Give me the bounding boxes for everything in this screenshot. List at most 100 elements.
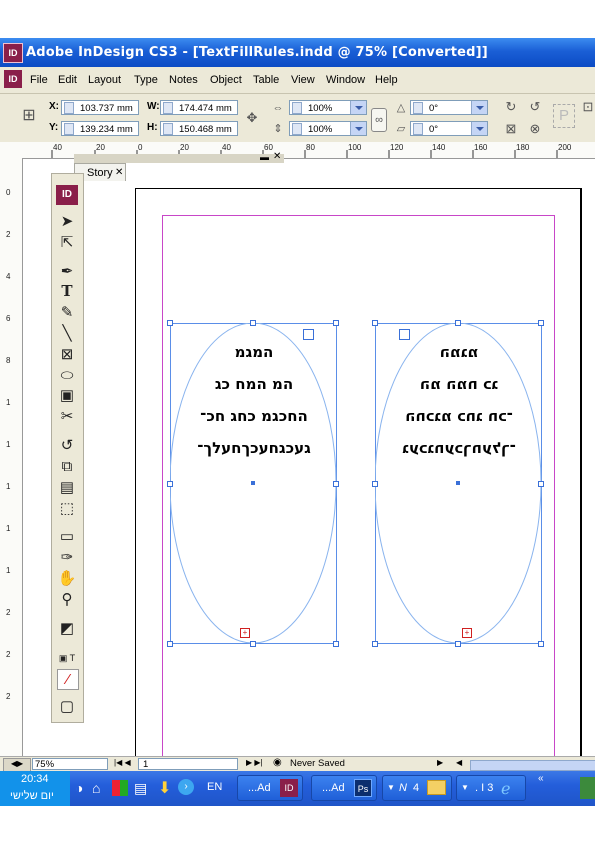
type-tool-icon[interactable]: T [57,282,77,301]
rotate-tool-icon[interactable]: ↺ [57,436,77,455]
link-chain-icon[interactable]: ∞ [371,108,387,132]
language-indicator[interactable]: EN [207,781,222,793]
indesign-app-icon[interactable]: ID [3,43,23,63]
taskbar-photoshop-button[interactable]: ...Ad Ps [311,775,377,801]
scissors-tool-icon[interactable]: ✂ [57,407,77,426]
scale-x-dropdown[interactable] [350,101,366,114]
pencil-tool-icon[interactable]: ✎ [57,303,77,322]
minimize-icon[interactable]: ▬ [260,152,269,162]
selection-handle[interactable] [538,641,544,647]
y-stepper[interactable] [64,123,74,135]
page-select[interactable]: 1 [138,758,238,770]
menu-type[interactable]: Type [134,74,158,86]
scroll-left-icon[interactable]: ◀ [456,758,462,767]
taskbar-ie-group[interactable]: ▼ . I 3 ℯ [456,775,526,801]
selection-handle[interactable] [455,641,461,647]
quick-launch-expand-icon[interactable]: « [538,773,544,784]
next-page-icon[interactable]: ▶ ▶| [246,758,263,767]
overset-text-icon[interactable]: + [240,628,250,638]
zoom-select[interactable]: 75% [32,758,108,770]
taskbar-folder-group[interactable]: ▼ N 4 [382,775,452,801]
pen-tool-icon[interactable]: ✒ [57,262,77,281]
selection-tool-icon[interactable]: ➤ [57,212,77,231]
shear-dropdown[interactable] [471,122,487,135]
eyedropper-tool-icon[interactable]: ✑ [57,548,77,567]
scale-x-field[interactable]: 100% [289,100,367,115]
x-field[interactable]: 103.737 mm [61,100,139,115]
rotate-field[interactable]: 0° [410,100,488,115]
reference-point-icon[interactable]: ⊞ [19,108,39,128]
story-panel-header[interactable]: ▬ ✕ [74,151,284,163]
rotate-cw-icon[interactable]: ↻ [503,99,519,115]
scale-tool-icon[interactable]: ⧉ [57,457,77,476]
menu-notes[interactable]: Notes [169,74,198,86]
menu-table[interactable]: Table [253,74,279,86]
flip-vertical-icon[interactable]: ⊗ [527,121,543,137]
rotate-stepper[interactable] [413,102,423,114]
selection-handle[interactable] [372,481,378,487]
constrain-proportions-icon[interactable]: ✥ [244,110,260,126]
note-tool-icon[interactable]: ▭ [57,527,77,546]
tray-monitor-icon[interactable]: ▤ [134,780,147,797]
tray-flag-icon[interactable] [112,780,128,796]
overset-text-icon[interactable]: + [462,628,472,638]
view-mode-icon[interactable]: ▢ [57,697,77,716]
menu-view[interactable]: View [291,74,315,86]
h-stepper[interactable] [163,123,173,135]
menu-file[interactable]: File [30,74,48,86]
close-icon[interactable]: ✕ [115,164,123,182]
menu-help[interactable]: Help [375,74,398,86]
gradient-tool-icon[interactable]: ▤ [57,478,77,497]
scale-y-dropdown[interactable] [350,122,366,135]
selection-handle[interactable] [250,320,256,326]
menu-layout[interactable]: Layout [88,74,121,86]
start-button-edge[interactable] [580,777,595,799]
x-stepper[interactable] [64,102,74,114]
network-icon[interactable]: ⌂ [92,780,100,796]
clock-area[interactable]: 20:34 יום שלישי [0,771,70,806]
selection-handle[interactable] [167,641,173,647]
free-transform-icon[interactable]: ⬚ [57,499,77,518]
selection-handle[interactable] [333,320,339,326]
y-field[interactable]: 139.234 mm [61,121,139,136]
line-tool-icon[interactable]: ╲ [57,324,77,343]
formatting-container-icon[interactable]: ▣ T [57,649,77,668]
scale-y-stepper[interactable] [292,123,302,135]
in-port-icon[interactable] [399,329,410,340]
w-stepper[interactable] [163,102,173,114]
selection-handle[interactable] [250,641,256,647]
hand-tool-icon[interactable]: ✋ [57,569,77,588]
status-menu-icon[interactable]: ▶ [437,758,443,767]
vertical-ruler[interactable]: 0 2 4 6 8 1 1 1 1 1 2 2 2 [0,158,23,758]
tray-app-icon[interactable]: ◑ [75,780,83,796]
selection-handle[interactable] [372,320,378,326]
rectangle-frame-icon[interactable]: ⊠ [57,345,77,364]
rotate-ccw-icon[interactable]: ↺ [527,99,543,115]
direct-selection-icon[interactable]: ⇱ [57,233,77,252]
taskbar-indesign-button[interactable]: ...Ad ID [237,775,303,801]
h-field[interactable]: 150.468 mm [160,121,238,136]
scale-y-field[interactable]: 100% [289,121,367,136]
rotate-dropdown[interactable] [471,101,487,114]
shear-field[interactable]: 0° [410,121,488,136]
flip-horizontal-icon[interactable]: ⊠ [503,121,519,137]
shear-stepper[interactable] [413,123,423,135]
selection-handle[interactable] [167,481,173,487]
scroll-arrows-icon[interactable]: ◀▶ [3,758,31,772]
selection-handle[interactable] [538,320,544,326]
preflight-icon[interactable]: ◉ [273,757,282,768]
selection-handle[interactable] [455,320,461,326]
selection-handle[interactable] [333,641,339,647]
horizontal-scrollbar[interactable] [470,760,595,771]
selection-handle[interactable] [538,481,544,487]
select-container-icon[interactable]: ⊡ [580,99,595,115]
scale-x-stepper[interactable] [292,102,302,114]
fill-stroke-icon[interactable]: ◩ [57,619,77,638]
menu-object[interactable]: Object [210,74,242,86]
selection-handle[interactable] [372,641,378,647]
button-tool-icon[interactable]: ▣ [57,386,77,405]
menu-edit[interactable]: Edit [58,74,77,86]
selection-handle[interactable] [333,481,339,487]
in-port-icon[interactable] [303,329,314,340]
apply-none-icon[interactable]: ⁄ [57,669,79,690]
